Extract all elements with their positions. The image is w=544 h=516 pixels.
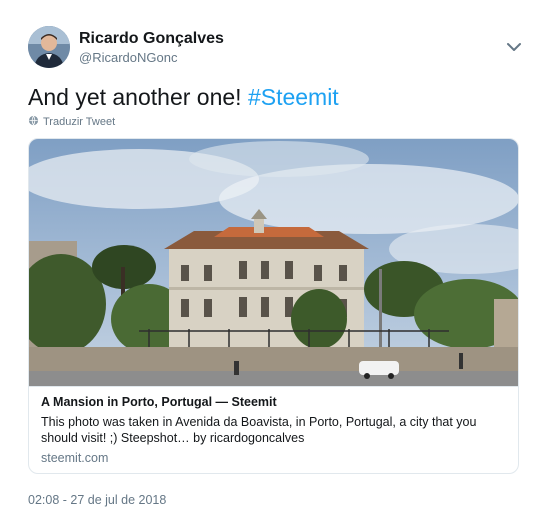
tweet: Ricardo Gonçalves @RicardoNGonc And yet … xyxy=(0,0,544,516)
display-name[interactable]: Ricardo Gonçalves xyxy=(79,30,224,48)
hashtag-link[interactable]: #Steemit xyxy=(248,84,339,110)
user-handle[interactable]: @RicardoNGonc xyxy=(79,50,177,65)
tweet-text-body: And yet another one! xyxy=(28,84,248,110)
translate-tweet-link[interactable]: Traduzir Tweet xyxy=(28,115,115,129)
tweet-text: And yet another one! #Steemit xyxy=(28,82,339,112)
translate-label: Traduzir Tweet xyxy=(43,116,116,128)
tweet-timestamp[interactable]: 02:08 - 27 de jul de 2018 xyxy=(28,493,166,507)
card-image xyxy=(29,139,518,386)
card-body: A Mansion in Porto, Portugal — Steemit T… xyxy=(29,386,518,473)
avatar-photo xyxy=(28,26,70,68)
avatar[interactable] xyxy=(28,26,70,68)
globe-icon xyxy=(28,115,39,129)
card-title[interactable]: A Mansion in Porto, Portugal — Steemit xyxy=(41,394,508,410)
card-domain: steemit.com xyxy=(41,451,109,465)
chevron-down-icon[interactable] xyxy=(505,40,523,54)
card-description: This photo was taken in Avenida da Boavi… xyxy=(41,415,477,445)
link-card[interactable]: A Mansion in Porto, Portugal — Steemit T… xyxy=(28,138,519,474)
